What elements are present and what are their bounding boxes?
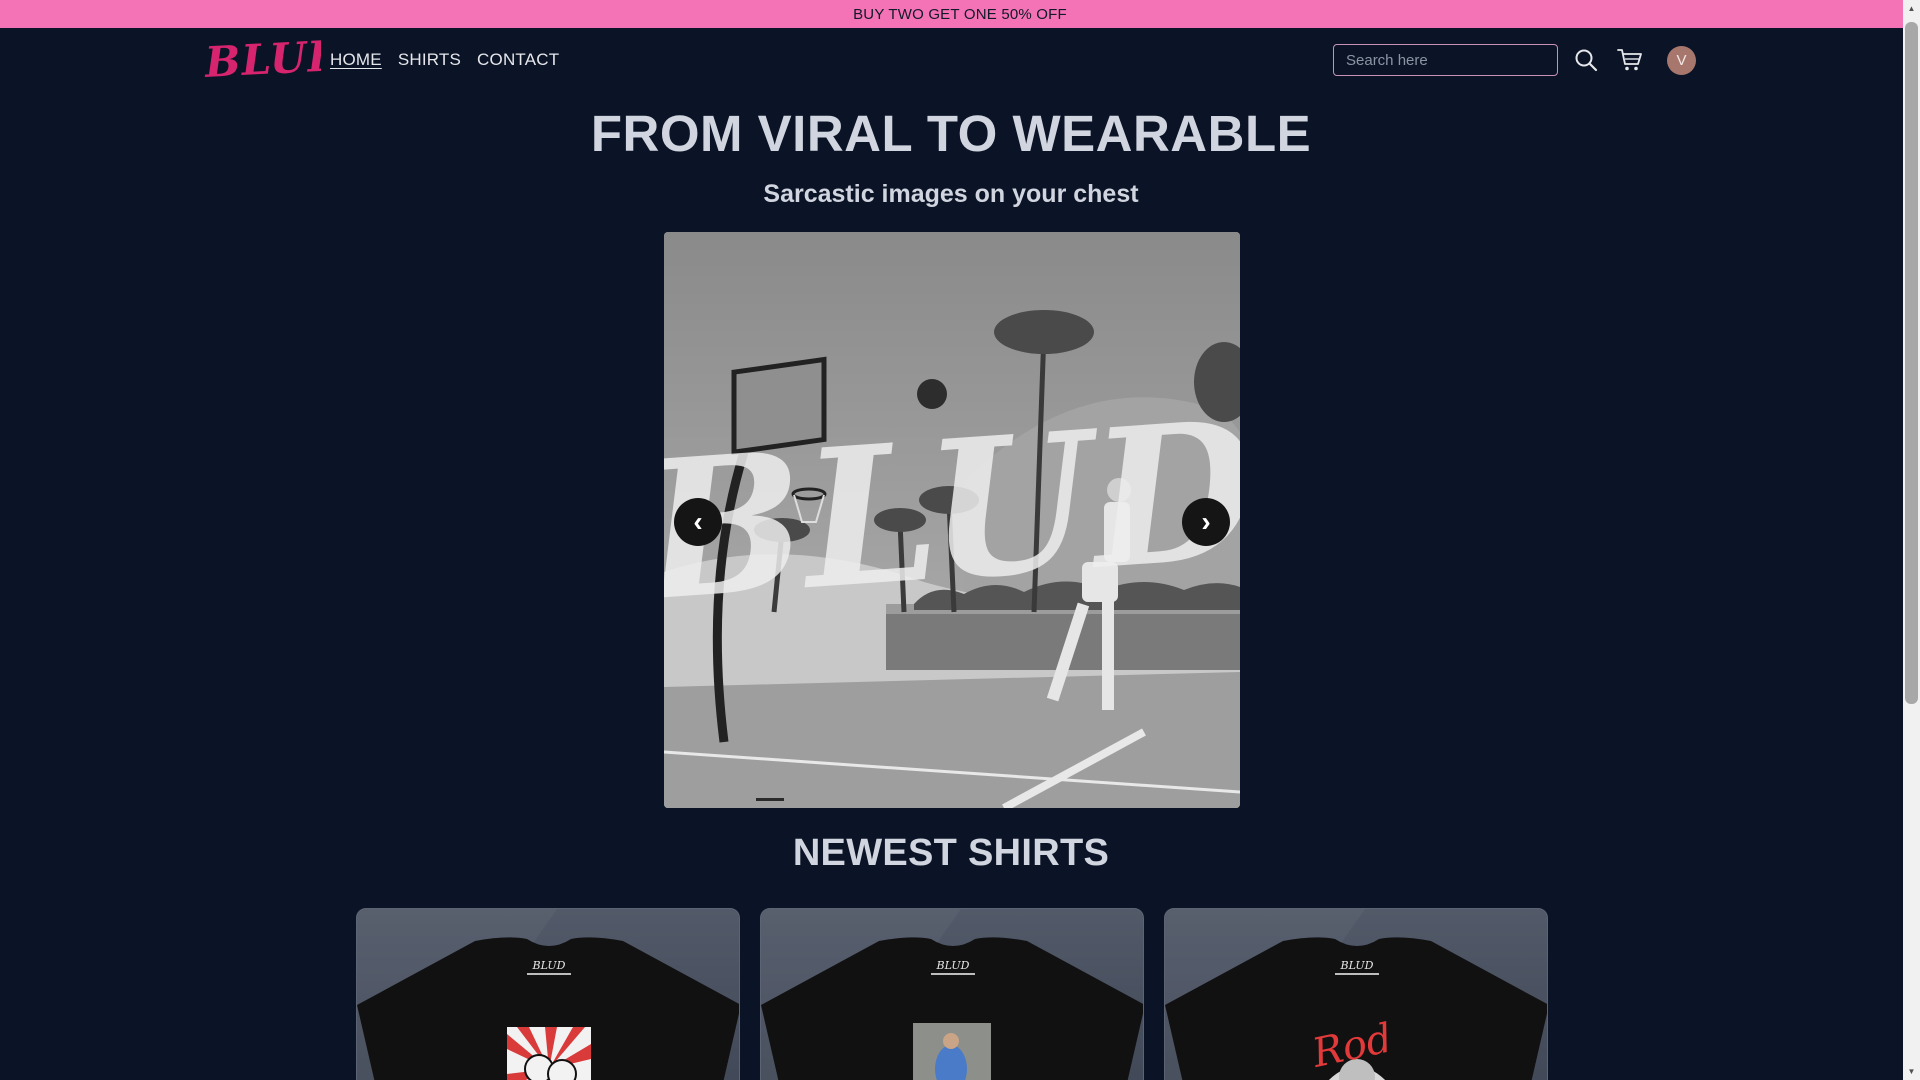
main-nav: HOME SHIRTS CONTACT — [330, 50, 559, 70]
search-input[interactable] — [1333, 44, 1558, 76]
avatar-initial: V — [1676, 52, 1687, 69]
shirt-image: BLUD Rod — [1165, 909, 1547, 1080]
scroll-up-arrow-icon[interactable]: ▲ — [1903, 0, 1920, 17]
promo-banner: BUY TWO GET ONE 50% OFF — [0, 0, 1920, 28]
user-avatar[interactable]: V — [1667, 46, 1696, 75]
cart-button[interactable] — [1614, 44, 1646, 76]
logo-text: BLUD — [203, 36, 321, 84]
carousel-prev-button[interactable]: ‹ — [674, 498, 722, 546]
shirt-image: BLUD — [357, 909, 739, 1080]
search-icon — [1575, 49, 1598, 72]
hero-subtitle: Sarcastic images on your chest — [763, 180, 1139, 208]
scroll-down-arrow-icon[interactable]: ▼ — [1903, 1063, 1920, 1080]
product-card[interactable]: BLUD Rod — [1164, 908, 1548, 1080]
nav-contact[interactable]: CONTACT — [477, 50, 559, 70]
site-header: BLUD HOME SHIRTS CONTACT V — [0, 28, 1900, 92]
hero-title: FROM VIRAL TO WEARABLE — [590, 105, 1312, 162]
promo-text: BUY TWO GET ONE 50% OFF — [853, 5, 1067, 23]
cart-icon — [1617, 49, 1642, 71]
carousel-dot[interactable] — [756, 798, 784, 801]
product-card[interactable]: BLUD — [760, 908, 1144, 1080]
carousel-slide-image: BLUD — [664, 232, 1240, 808]
shirt-logo-text: BLUD — [1340, 959, 1374, 972]
scroll-thumb[interactable] — [1905, 22, 1918, 704]
brand-logo-graphic: BLUD — [203, 31, 346, 87]
shirt-image: BLUD — [761, 909, 1143, 1080]
chevron-left-icon: ‹ — [693, 506, 703, 537]
newest-shirts-title: NEWEST SHIRTS — [792, 832, 1110, 874]
brand-logo[interactable]: BLUD — [203, 31, 346, 87]
carousel-indicators — [756, 798, 784, 801]
shirt-logo-text: BLUD — [936, 959, 970, 972]
chevron-right-icon: › — [1201, 506, 1211, 537]
search-button[interactable] — [1570, 44, 1602, 76]
page-scrollbar[interactable]: ▲ ▼ — [1903, 0, 1920, 1080]
nav-home[interactable]: HOME — [330, 50, 382, 70]
hero-carousel[interactable]: BLUD ‹ › — [664, 232, 1240, 808]
nav-shirts[interactable]: SHIRTS — [398, 50, 461, 70]
product-card[interactable]: BLUD — [356, 908, 740, 1080]
shirt-logo-text: BLUD — [532, 959, 566, 972]
carousel-next-button[interactable]: › — [1182, 498, 1230, 546]
carousel-overlay-text: BLUD — [664, 378, 1240, 644]
